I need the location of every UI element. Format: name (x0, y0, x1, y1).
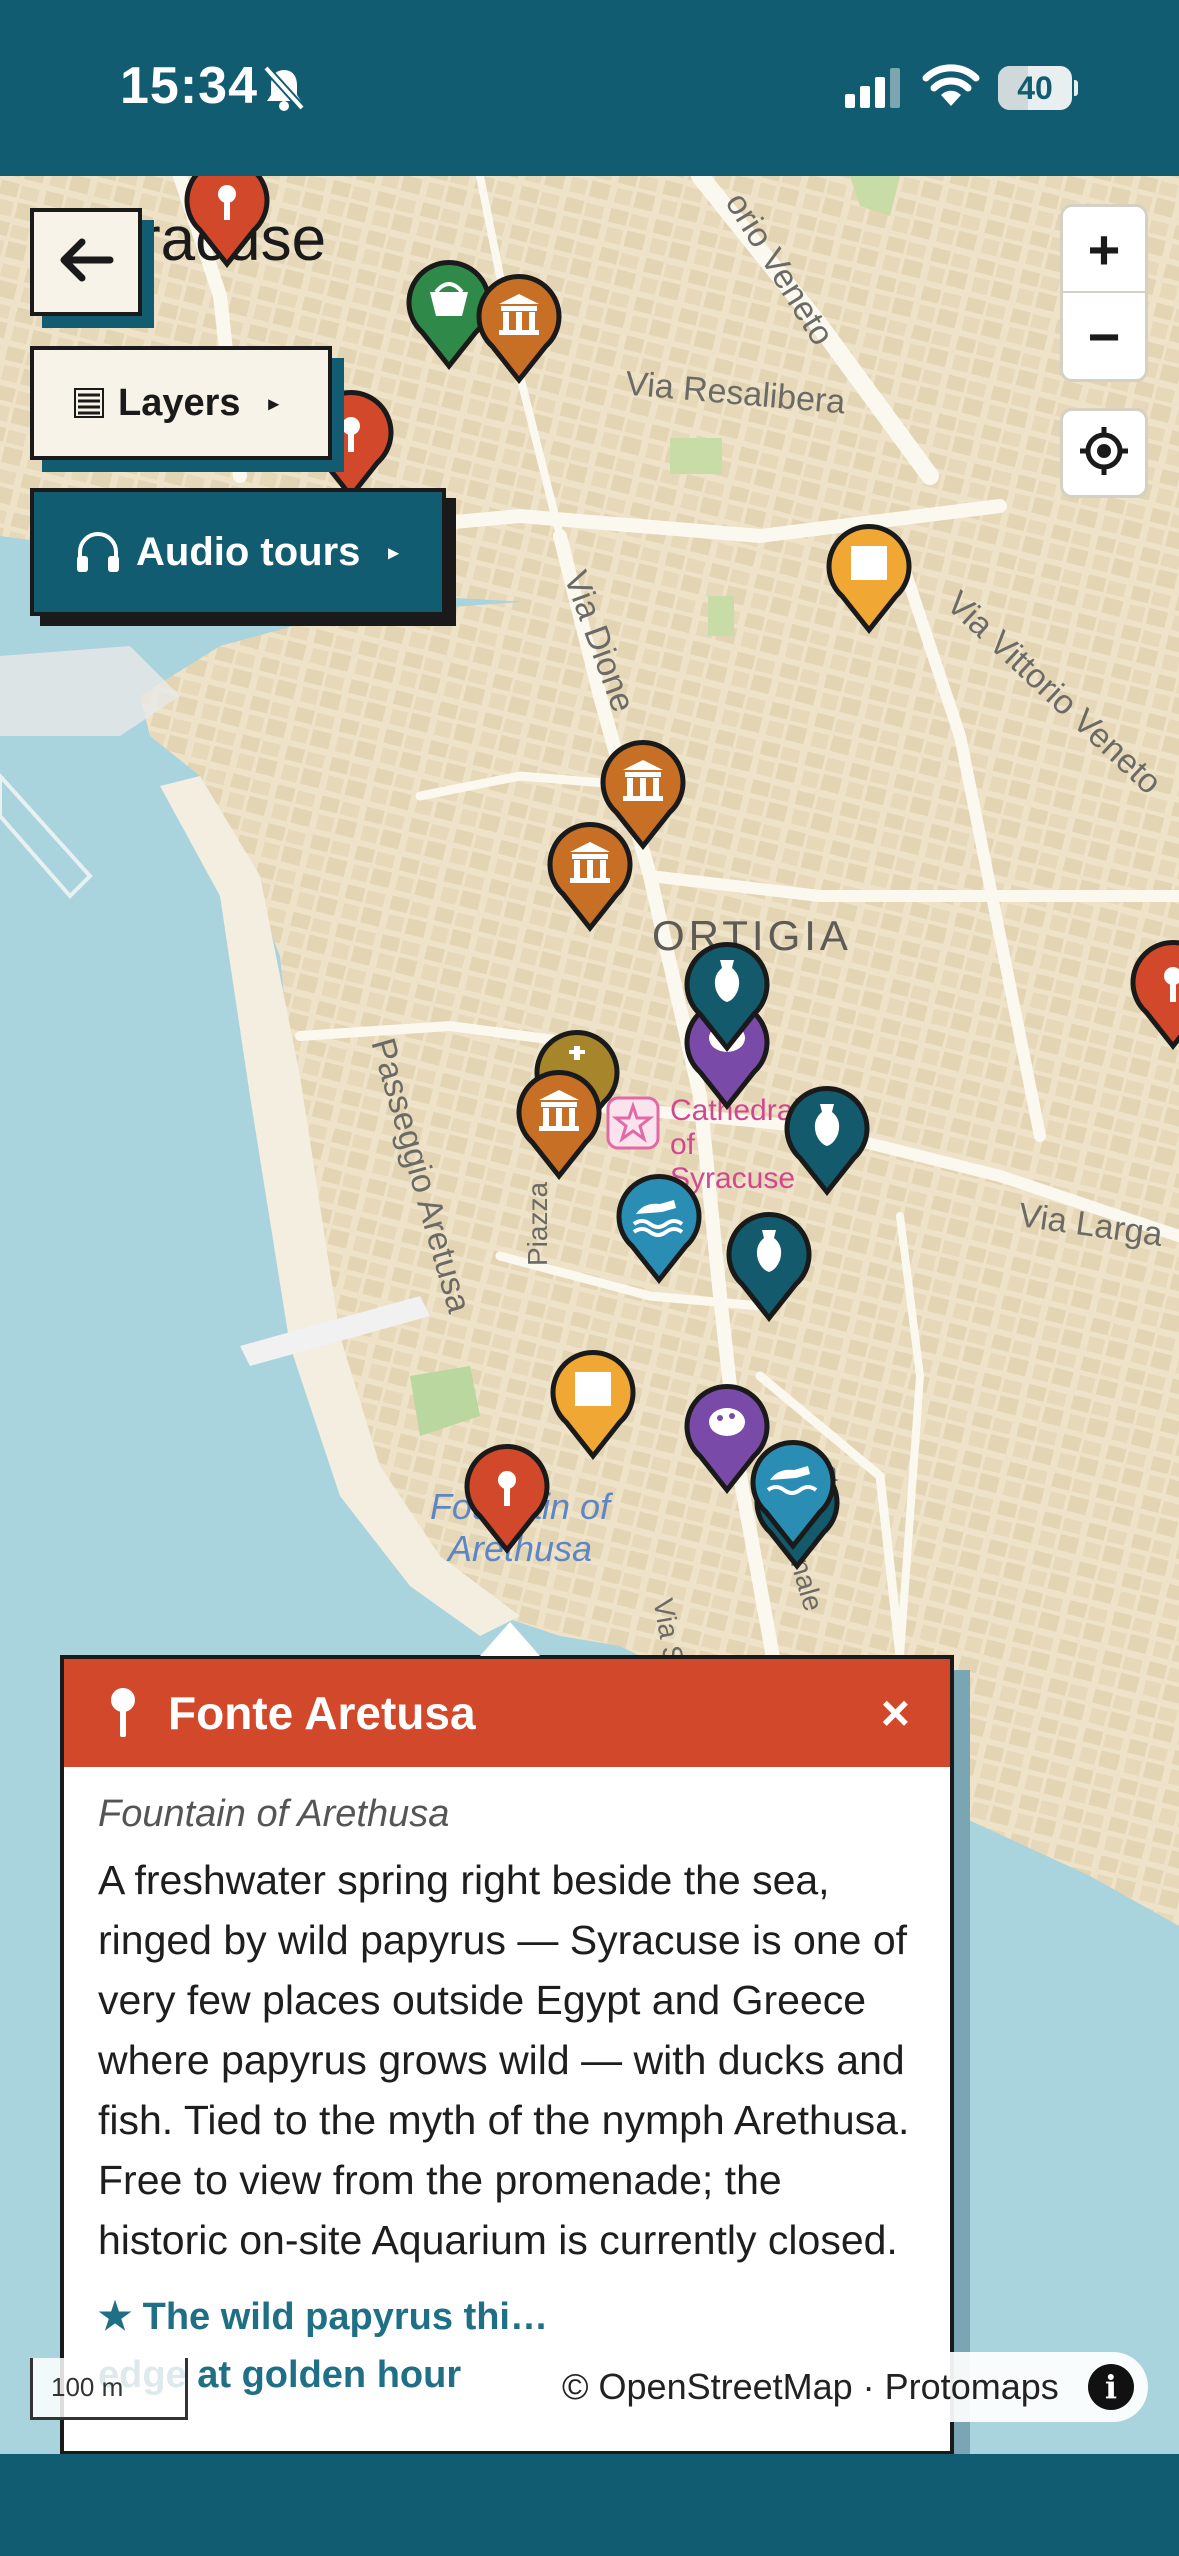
map-pin-museum[interactable] (724, 1210, 814, 1322)
poi-popup: Fonte Aretusa × Fountain of Arethusa A f… (60, 1655, 954, 2455)
attribution-text[interactable]: © OpenStreetMap · Protomaps (562, 2366, 1059, 2408)
headphones-icon (74, 530, 122, 574)
audio-tours-button[interactable]: Audio tours ▸ (30, 488, 446, 616)
map-pin-viewpoint[interactable] (824, 522, 914, 634)
map-pin-temple[interactable] (474, 272, 564, 384)
popup-title: Fonte Aretusa (168, 1687, 476, 1739)
bottom-bar (0, 2454, 1179, 2556)
caret-right-icon: ▸ (268, 392, 279, 415)
zoom-controls: + − (1060, 204, 1148, 382)
caret-right-icon: ▸ (388, 541, 399, 564)
bell-muted-icon (262, 64, 306, 112)
status-bar: 15:34 40 (0, 0, 1179, 176)
layers-button[interactable]: Layers ▸ (30, 346, 332, 460)
close-button[interactable]: × (881, 1685, 910, 1741)
map-scale: 100 m (30, 2358, 188, 2420)
map-pin-landmark[interactable] (1128, 938, 1179, 1050)
battery-icon: 40 (998, 66, 1078, 110)
map-pin-temple[interactable] (545, 820, 635, 932)
status-time: 15:34 (120, 57, 258, 115)
audio-tours-label: Audio tours (136, 529, 361, 574)
locate-me-button[interactable] (1060, 408, 1148, 498)
map-pin-museum[interactable] (682, 940, 772, 1052)
zoom-in-button[interactable]: + (1063, 207, 1145, 293)
popup-pointer (480, 1622, 540, 1656)
popup-header: Fonte Aretusa × (60, 1655, 954, 1767)
map-pin-swim[interactable] (748, 1438, 838, 1550)
wifi-icon (922, 62, 980, 108)
map-pin-temple[interactable] (514, 1068, 604, 1180)
battery-percent: 40 (1017, 70, 1053, 106)
map-pin-museum[interactable] (782, 1084, 872, 1196)
map-attribution[interactable]: © OpenStreetMap · Protomaps i (546, 2352, 1148, 2422)
info-icon[interactable]: i (1088, 2364, 1134, 2410)
popup-subtitle: Fountain of Arethusa (98, 1793, 450, 1835)
map-pin-swim[interactable] (614, 1172, 704, 1284)
street-label: Piazza (522, 1181, 553, 1266)
zoom-out-button[interactable]: − (1063, 293, 1145, 379)
pin-icon (108, 1687, 138, 1739)
map-pin-landmark[interactable] (182, 176, 272, 268)
arrow-left-icon (58, 238, 114, 287)
crosshair-icon (1078, 425, 1130, 482)
layers-label: Layers (118, 381, 241, 424)
list-icon (74, 388, 104, 418)
popup-description: A freshwater spring right beside the sea… (98, 1857, 910, 2263)
back-button[interactable] (30, 208, 142, 316)
cellular-signal-icon (845, 66, 903, 108)
map-pin-viewpoint[interactable] (548, 1348, 638, 1460)
map-pin-fonte-aretusa-selected[interactable] (462, 1442, 552, 1554)
